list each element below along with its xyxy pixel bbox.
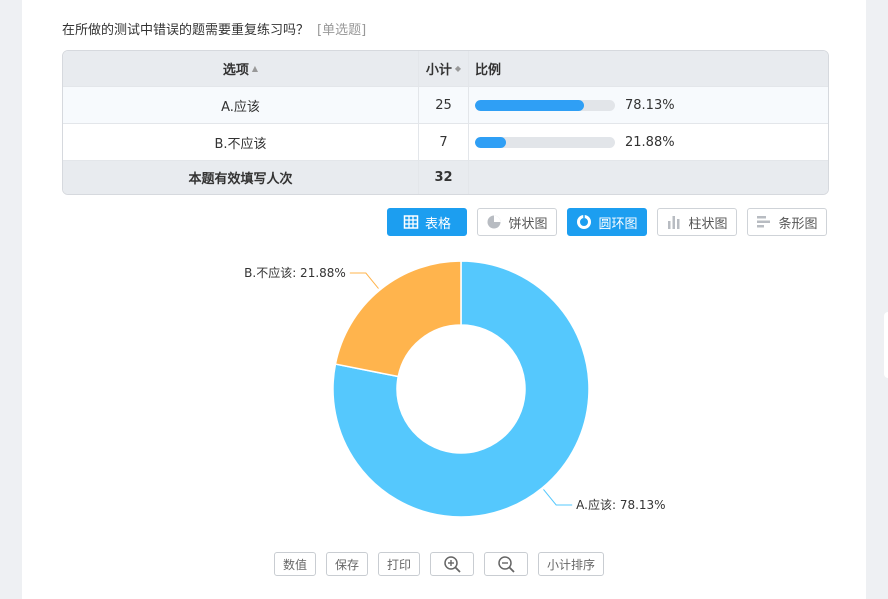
donut-chart: A.应该: 78.13% B.不应该: 21.88% [244,260,666,518]
header-option-label: 选项 [222,63,249,78]
row-option: A.应该 [221,99,260,115]
print-button[interactable]: 打印 [378,552,420,576]
side-tab[interactable] [884,312,888,378]
header-ratio-label: 比例 [475,63,502,78]
row-percent: 78.13% [625,97,675,113]
header-count[interactable]: 小计 ◆ [418,51,468,86]
header-ratio: 比例 [468,51,828,86]
row-ratio: 21.88% [468,124,828,160]
zoom-in-icon [444,556,461,573]
bar-view-label: 条形图 [778,216,818,232]
slice-label: A.应该: 78.13% [576,497,665,512]
total-count: 32 [418,161,468,194]
table-row: A.应该 25 78.13% [63,86,828,123]
slice-label: B.不应该: 21.88% [244,265,346,280]
progress-fill [475,136,506,148]
zoom-out-button[interactable] [484,552,528,576]
chart-type-toolbar: 表格 饼状图 圆环图 柱状图 条形图 [22,208,866,238]
table-view-button[interactable]: 表格 [387,208,467,236]
label-leader-line [543,489,573,506]
sort-icon[interactable]: ◆ [455,64,461,73]
donut-view-button[interactable]: 圆环图 [567,208,647,236]
progress-bar [475,136,615,148]
pie-view-button[interactable]: 饼状图 [477,208,557,236]
question-type: [单选题] [317,23,367,38]
column-view-label: 柱状图 [688,216,728,232]
pie-chart-icon [487,215,501,229]
table-total-row: 本题有效填写人次 32 [63,160,828,194]
save-button[interactable]: 保存 [326,552,368,576]
stats-table: 选项 ▲ 小计 ◆ 比例 A.应该 25 78.13% B.不应该 7 21.8… [62,50,829,195]
row-count: 7 [418,124,468,160]
table-icon [403,215,419,229]
progress-bar [475,99,615,111]
row-count: 25 [418,87,468,123]
zoom-out-icon [498,556,515,573]
donut-slice-b[interactable] [334,260,462,378]
question-title: 在所做的测试中错误的题需要重复练习吗？ [单选题] [62,19,366,38]
sort-icon[interactable]: ▲ [252,64,258,73]
question-card: 在所做的测试中错误的题需要重复练习吗？ [单选题] 选项 ▲ 小计 ◆ 比例 A.应该… [22,0,866,599]
bar-view-button[interactable]: 条形图 [747,208,827,236]
row-percent: 21.88% [625,134,675,150]
total-label: 本题有效填写人次 [188,172,293,187]
table-header: 选项 ▲ 小计 ◆ 比例 [63,51,828,86]
table-view-label: 表格 [424,216,451,232]
header-option[interactable]: 选项 ▲ [63,51,418,86]
donut-view-label: 圆环图 [598,216,638,232]
pie-view-label: 饼状图 [508,216,548,232]
zoom-in-button[interactable] [430,552,474,576]
label-leader-line [349,272,379,289]
table-row: B.不应该 7 21.88% [63,123,828,160]
donut-chart-icon [577,215,592,229]
row-option: B.不应该 [214,136,267,152]
sort-by-count-button[interactable]: 小计排序 [538,552,604,576]
horizontal-bar-chart-icon [757,216,771,228]
bar-chart-icon [668,216,680,229]
progress-fill [475,99,585,111]
question-text: 在所做的测试中错误的题需要重复练习吗？ [62,23,310,38]
values-button[interactable]: 数值 [274,552,316,576]
row-ratio: 78.13% [468,87,828,123]
header-count-label: 小计 [425,63,452,78]
total-empty [468,161,828,194]
column-view-button[interactable]: 柱状图 [657,208,737,236]
